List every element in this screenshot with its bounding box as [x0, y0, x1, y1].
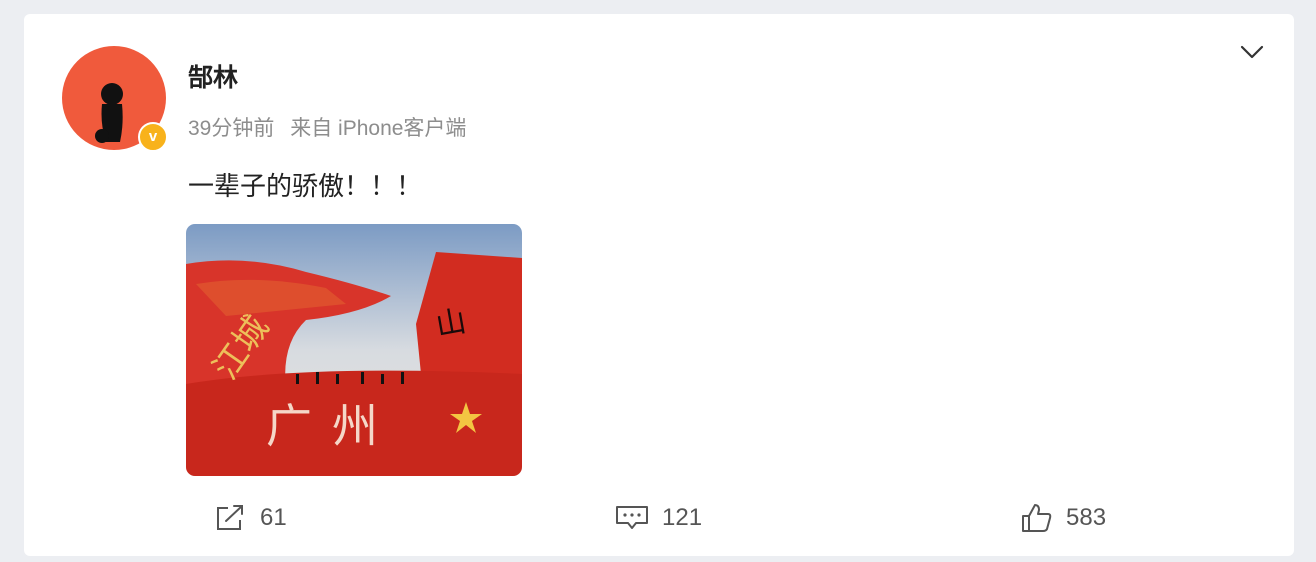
repost-count: 61 [260, 504, 287, 531]
post-image[interactable]: 江城 山 广州 [186, 224, 522, 476]
comment-icon [616, 506, 648, 529]
share-icon [217, 505, 243, 530]
flag-caption: 广州 [266, 399, 398, 453]
like-count: 583 [1066, 504, 1107, 531]
post-meta: 39分钟前 来自 iPhone客户端 [188, 112, 466, 142]
post-time[interactable]: 39分钟前 [188, 117, 274, 140]
svg-text:山: 山 [433, 304, 469, 344]
thumbs-up-icon [1022, 504, 1052, 532]
verified-badge-icon: v [138, 122, 168, 152]
username[interactable]: 郜林 [188, 58, 238, 94]
comment-count: 121 [662, 504, 703, 531]
repost-button[interactable]: 61 [214, 498, 287, 538]
comment-button[interactable]: 121 [614, 498, 702, 538]
chevron-down-icon[interactable] [1239, 42, 1265, 62]
post-source: 来自 iPhone客户端 [290, 117, 467, 140]
post-text: 一辈子的骄傲！！！ [188, 171, 423, 201]
like-button[interactable]: 583 [1020, 498, 1106, 538]
